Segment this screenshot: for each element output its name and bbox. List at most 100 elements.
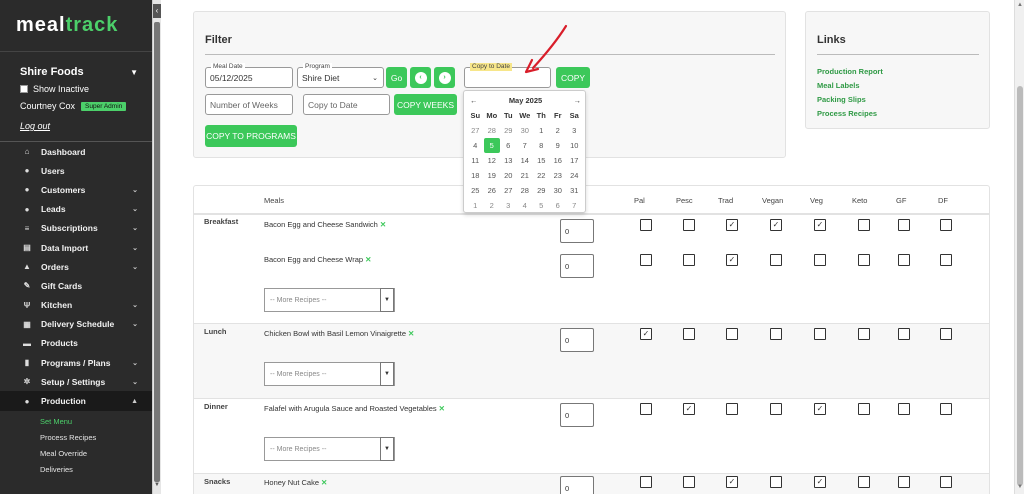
main-scrollbar[interactable]: ▲ ▼ xyxy=(1014,0,1024,494)
diet-checkbox[interactable]: ✓ xyxy=(726,219,738,231)
calendar-day[interactable]: 7 xyxy=(517,138,534,153)
calendar-day[interactable]: 18 xyxy=(467,168,484,183)
diet-checkbox[interactable] xyxy=(726,328,738,340)
subnav-item-meal-override[interactable]: Meal Override xyxy=(0,446,152,462)
logout-link[interactable]: Log out xyxy=(20,121,138,131)
calendar-day[interactable]: 2 xyxy=(484,198,501,213)
scroll-down-icon[interactable]: ▼ xyxy=(1017,484,1023,490)
next-day-button[interactable]: › xyxy=(434,67,455,88)
remove-recipe-icon[interactable]: ✕ xyxy=(321,478,327,487)
calendar-day[interactable]: 27 xyxy=(500,183,517,198)
sidebar-item-customers[interactable]: ● Customers ⌄ xyxy=(0,180,152,199)
diet-checkbox[interactable] xyxy=(770,328,782,340)
more-recipes-select[interactable]: -- More Recipes -- ▼ xyxy=(264,288,395,312)
calendar-day[interactable]: 16 xyxy=(550,153,567,168)
calendar-day[interactable]: 5 xyxy=(483,138,500,153)
calendar-day[interactable]: 27 xyxy=(467,123,484,138)
calendar-day[interactable]: 4 xyxy=(467,138,484,153)
remove-recipe-icon[interactable]: ✕ xyxy=(380,220,386,229)
diet-checkbox[interactable] xyxy=(898,219,910,231)
quantity-input[interactable]: 0 xyxy=(560,328,594,352)
calendar-day[interactable]: 28 xyxy=(517,183,534,198)
more-recipes-select[interactable]: -- More Recipes -- ▼ xyxy=(264,437,395,461)
calendar-day[interactable]: 12 xyxy=(484,153,501,168)
diet-checkbox[interactable]: ✓ xyxy=(814,403,826,415)
sidebar-item-users[interactable]: ● Users xyxy=(0,161,152,180)
diet-checkbox[interactable]: ✓ xyxy=(683,403,695,415)
meal-date-field[interactable]: Meal Date 05/12/2025 xyxy=(205,63,293,88)
diet-checkbox[interactable] xyxy=(940,476,952,488)
copy-weeks-button[interactable]: COPY WEEKS xyxy=(394,94,457,115)
program-select[interactable]: Program Shire Diet ⌄ xyxy=(297,63,384,88)
calendar-day[interactable]: 17 xyxy=(566,153,583,168)
go-button[interactable]: Go xyxy=(386,67,407,88)
diet-checkbox[interactable] xyxy=(858,476,870,488)
calendar-day[interactable]: 30 xyxy=(550,183,567,198)
calendar-day[interactable]: 11 xyxy=(467,153,484,168)
diet-checkbox[interactable]: ✓ xyxy=(726,476,738,488)
calendar-day[interactable]: 1 xyxy=(467,198,484,213)
calendar-day[interactable]: 26 xyxy=(484,183,501,198)
remove-recipe-icon[interactable]: ✕ xyxy=(439,404,445,413)
calendar-day[interactable]: 28 xyxy=(484,123,501,138)
org-selector[interactable]: Shire Foods ▼ xyxy=(20,66,138,78)
calendar-day[interactable]: 30 xyxy=(517,123,534,138)
calendar-day[interactable]: 7 xyxy=(566,198,583,213)
calendar-day[interactable]: 6 xyxy=(550,198,567,213)
diet-checkbox[interactable] xyxy=(683,328,695,340)
sidebar-item-setup-settings[interactable]: ✲ Setup / Settings ⌄ xyxy=(0,372,152,391)
sidebar-item-orders[interactable]: ▲ Orders ⌄ xyxy=(0,257,152,276)
diet-checkbox[interactable] xyxy=(858,403,870,415)
sidebar-item-dashboard[interactable]: ⌂ Dashboard xyxy=(0,142,152,161)
scroll-down-icon[interactable]: ▼ xyxy=(154,482,160,488)
diet-checkbox[interactable] xyxy=(640,219,652,231)
brand-logo[interactable]: meal track xyxy=(0,0,152,52)
diet-checkbox[interactable] xyxy=(640,476,652,488)
show-inactive-checkbox[interactable] xyxy=(20,85,28,93)
calendar-day[interactable]: 14 xyxy=(517,153,534,168)
quantity-input[interactable]: 0 xyxy=(560,219,594,243)
sidebar-item-programs-plans[interactable]: ▮ Programs / Plans ⌄ xyxy=(0,353,152,372)
calendar-day[interactable]: 9 xyxy=(550,138,567,153)
calendar-day[interactable]: 4 xyxy=(517,198,534,213)
diet-checkbox[interactable]: ✓ xyxy=(640,328,652,340)
remove-recipe-icon[interactable]: ✕ xyxy=(365,255,371,264)
diet-checkbox[interactable] xyxy=(726,403,738,415)
diet-checkbox[interactable] xyxy=(940,219,952,231)
sidebar-item-gift-cards[interactable]: ✎ Gift Cards xyxy=(0,276,152,295)
diet-checkbox[interactable] xyxy=(898,476,910,488)
quantity-input[interactable]: 0 xyxy=(560,476,594,494)
diet-checkbox[interactable]: ✓ xyxy=(814,219,826,231)
more-recipes-select[interactable]: -- More Recipes -- ▼ xyxy=(264,362,395,386)
diet-checkbox[interactable] xyxy=(940,328,952,340)
caret-down-icon[interactable]: ▼ xyxy=(380,288,394,312)
diet-checkbox[interactable] xyxy=(858,254,870,266)
diet-checkbox[interactable] xyxy=(898,254,910,266)
calendar-day[interactable]: 25 xyxy=(467,183,484,198)
sidebar-item-kitchen[interactable]: Ψ Kitchen ⌄ xyxy=(0,296,152,315)
sidebar-item-production[interactable]: ● Production ▲ xyxy=(0,391,152,411)
calendar-day[interactable]: 22 xyxy=(533,168,550,183)
prev-month-icon[interactable]: ← xyxy=(470,96,478,105)
sidebar-item-data-import[interactable]: ▤ Data Import ⌄ xyxy=(0,238,152,257)
scroll-up-icon[interactable]: ▲ xyxy=(1017,2,1023,8)
copy-to-programs-button[interactable]: COPY TO PROGRAMS xyxy=(205,125,297,147)
calendar-day[interactable]: 3 xyxy=(566,123,583,138)
show-inactive-toggle[interactable]: Show Inactive xyxy=(20,84,138,94)
calendar-day[interactable]: 20 xyxy=(500,168,517,183)
diet-checkbox[interactable] xyxy=(858,328,870,340)
process-recipes-link[interactable]: Process Recipes xyxy=(817,109,877,118)
calendar-day[interactable]: 5 xyxy=(533,198,550,213)
sidebar-item-delivery-schedule[interactable]: ▦ Delivery Schedule ⌄ xyxy=(0,315,152,334)
calendar-day[interactable]: 1 xyxy=(533,123,550,138)
diet-checkbox[interactable]: ✓ xyxy=(770,219,782,231)
production-report-link[interactable]: Production Report xyxy=(817,67,883,76)
calendar-day[interactable]: 19 xyxy=(484,168,501,183)
diet-checkbox[interactable] xyxy=(858,219,870,231)
collapse-sidebar-icon[interactable]: ‹ xyxy=(153,4,161,18)
sidebar-scrollbar[interactable]: ‹ ▼ xyxy=(152,0,161,494)
diet-checkbox[interactable] xyxy=(940,254,952,266)
calendar-day[interactable]: 13 xyxy=(500,153,517,168)
diet-checkbox[interactable] xyxy=(683,254,695,266)
meal-labels-link[interactable]: Meal Labels xyxy=(817,81,860,90)
